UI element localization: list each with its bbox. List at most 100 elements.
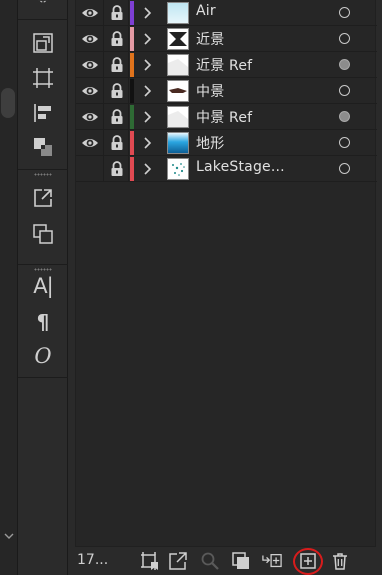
artboards-panel-button[interactable] [30,221,56,247]
group-grip[interactable] [34,268,52,271]
chevron-right-icon[interactable] [143,162,153,176]
paragraph-icon: ¶ [36,310,50,334]
layer-color-swatch [130,105,134,129]
lock-icon[interactable] [110,82,124,100]
target-circle-icon[interactable] [339,137,350,148]
layer-name[interactable]: Air [196,3,216,19]
target-circle-icon[interactable] [339,33,350,44]
asset-export-tool-button[interactable] [30,185,56,211]
tool-group-top [18,0,68,20]
layer-name[interactable]: 近景 [196,29,224,49]
make-clipping-mask-button[interactable] [231,551,251,571]
layer-thumbnail [167,54,189,76]
layer-name[interactable]: 中景 Ref [196,107,252,127]
export-icon [169,552,187,570]
row-divider [76,181,377,182]
eye-icon[interactable] [81,31,99,47]
target-circle-icon[interactable] [339,85,350,96]
layer-row[interactable]: 中景 Ref [76,104,377,130]
chevron-right-icon[interactable] [143,58,153,72]
left-scroll-strip[interactable] [0,0,18,575]
chevron-right-icon[interactable] [143,84,153,98]
eye-icon[interactable] [81,5,99,21]
scroll-thumb[interactable] [1,88,15,118]
target-circle-icon[interactable] [339,163,350,174]
column-divider [128,104,129,130]
eye-icon[interactable] [81,57,99,73]
chevron-down-icon[interactable] [3,530,15,542]
column-divider [103,156,104,182]
layer-color-swatch [130,1,134,25]
character-panel-button[interactable]: A| [30,273,56,299]
delete-layer-icon [333,553,347,570]
pathfinder-icon [34,138,52,156]
target-circle-icon[interactable] [339,59,350,70]
artboards-icon [33,224,53,244]
layer-row[interactable]: 近景 [76,26,377,52]
create-sublayer-icon [262,554,282,568]
column-divider [103,78,104,104]
lock-icon[interactable] [110,108,124,126]
lock-icon[interactable] [110,134,124,152]
layer-color-swatch [130,53,134,77]
column-divider [128,0,129,26]
pathfinder-tool-button[interactable] [30,134,56,160]
layer-color-swatch [130,79,134,103]
layer-name[interactable]: 地形 [196,133,224,153]
character-icon: A| [33,274,53,298]
artboard-tool-button[interactable] [30,65,56,91]
chevron-right-icon[interactable] [143,136,153,150]
artboard-icon [33,68,53,88]
lock-icon[interactable] [110,56,124,74]
eye-icon[interactable] [81,135,99,151]
transform-icon [33,33,53,53]
layer-thumbnail [167,28,189,50]
locate-object-button[interactable] [200,551,220,571]
chevron-right-icon[interactable] [143,110,153,124]
layer-color-swatch [130,27,134,51]
layer-row[interactable]: 地形 [76,130,377,156]
chevron-right-icon[interactable] [143,6,153,20]
delete-layer-button[interactable] [330,551,350,571]
asset-export-icon [34,189,52,207]
layer-name[interactable]: 中景 [196,81,224,101]
layer-row[interactable]: 近景 Ref [76,52,377,78]
opentype-icon: O [34,344,52,368]
group-grip[interactable] [34,173,52,176]
column-divider [103,130,104,156]
column-divider [103,52,104,78]
tool-group-export [18,170,68,265]
eye-icon[interactable] [81,83,99,99]
layer-name[interactable]: LakeStage... [196,159,285,175]
export-button[interactable] [168,551,188,571]
chevron-right-icon[interactable] [143,32,153,46]
layer-name[interactable]: 近景 Ref [196,55,252,75]
column-divider [128,52,129,78]
visibility-toggle[interactable] [81,161,99,177]
column-divider [128,130,129,156]
layer-thumbnail [167,106,189,128]
lock-icon[interactable] [110,30,124,48]
target-circle-icon[interactable] [339,7,350,18]
paragraph-panel-button[interactable]: ¶ [30,309,56,335]
target-circle-icon[interactable] [339,111,350,122]
layer-row[interactable]: Air [76,0,377,26]
align-tool-button[interactable] [30,100,56,126]
opentype-panel-button[interactable]: O [30,343,56,369]
layer-row[interactable]: 中景 [76,78,377,104]
make-clipping-mask-icon [232,552,249,569]
align-left-icon [34,104,51,122]
collect-for-export-button[interactable] [140,551,160,571]
layers-bottom-bar: 17... [68,547,382,575]
create-sublayer-button[interactable] [262,551,282,571]
eye-icon[interactable] [81,109,99,125]
column-divider [128,26,129,52]
column-divider [103,26,104,52]
layer-thumbnail [167,80,189,102]
lock-icon[interactable] [110,160,124,178]
tool-group-transform [18,20,68,170]
transform-tool-button[interactable] [30,30,56,56]
partial-tool-icon[interactable] [36,0,50,6]
lock-icon[interactable] [110,4,124,22]
layer-row[interactable]: LakeStage... [76,156,377,182]
